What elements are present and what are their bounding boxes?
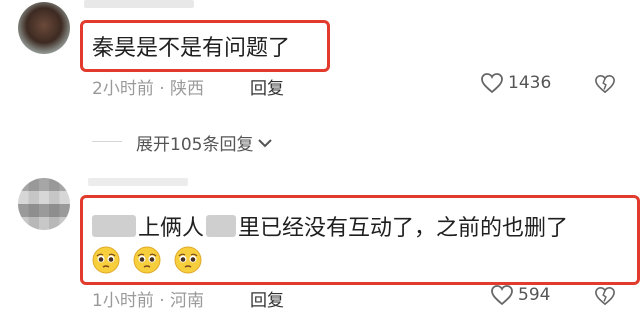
broken-heart-icon (595, 286, 615, 306)
meta-separator: · (159, 291, 171, 311)
comment-text-part2: 里已经没有互动了，之前的也删了 (238, 216, 569, 241)
meta-separator: · (159, 79, 171, 99)
comment-meta: 2小时前 · 陕西 (92, 74, 204, 99)
avatar[interactable] (18, 2, 70, 54)
pleading-face-icon (92, 246, 120, 274)
reply-button[interactable]: 回复 (250, 74, 284, 99)
redacted-text (206, 215, 237, 237)
avatar[interactable] (18, 178, 70, 230)
reply-button[interactable]: 回复 (250, 286, 284, 311)
heart-icon (481, 73, 503, 94)
comment-location: 河南 (170, 291, 205, 311)
comment-text: 上俩人 里已经没有互动了，之前的也删了 (92, 210, 568, 242)
heart-icon (491, 285, 513, 306)
dislike-button[interactable] (594, 74, 616, 98)
username-blurred[interactable] (88, 178, 188, 186)
expand-replies-button[interactable]: 展开105条回复 (136, 130, 273, 155)
emoji-row (92, 246, 210, 274)
expand-divider (92, 141, 122, 142)
pleading-face-icon (174, 246, 202, 274)
comment-meta: 1小时前 · 河南 (92, 286, 204, 311)
comment-location: 陕西 (170, 79, 205, 99)
redacted-text (92, 215, 136, 237)
broken-heart-icon (595, 74, 615, 94)
pleading-face-icon (133, 246, 161, 274)
comment-time: 1小时前 (92, 291, 154, 311)
comment-text: 秦昊是不是有问题了 (92, 36, 291, 61)
expand-replies-label: 展开105条回复 (136, 135, 254, 155)
comment-time: 2小时前 (92, 79, 154, 99)
username-blurred[interactable] (84, 0, 194, 8)
chevron-down-icon (258, 138, 273, 147)
like-button[interactable]: 1436 (480, 72, 551, 94)
like-count: 1436 (508, 73, 552, 93)
like-count: 594 (518, 285, 551, 305)
comment-text-part1: 上俩人 (138, 216, 205, 241)
dislike-button[interactable] (594, 286, 616, 310)
like-button[interactable]: 594 (490, 284, 550, 306)
